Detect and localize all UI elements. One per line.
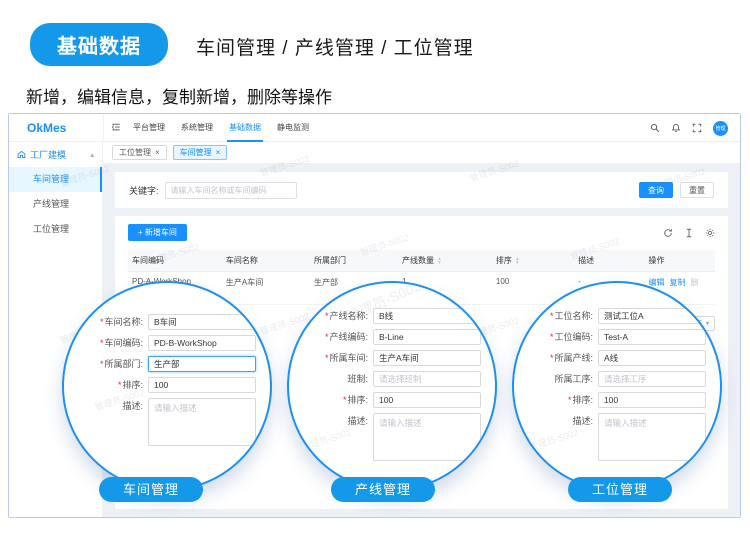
field-label: *车间编码: [84, 335, 148, 351]
field-label: *所属部门: [84, 356, 148, 372]
app-logo: OkMes [27, 121, 66, 135]
field-label: 描述: [309, 413, 373, 429]
nav-item-basic-data[interactable]: 基础数据 [229, 114, 261, 142]
column-header-sort: 排序 ▲▼ [492, 250, 574, 271]
reset-button[interactable]: 重置 [680, 182, 714, 198]
label-station-mgmt: 工位管理 [568, 477, 672, 502]
search-icon[interactable] [650, 123, 660, 133]
station-name-input[interactable] [598, 308, 706, 324]
plus-icon: + [138, 228, 143, 237]
field-label: 描述: [84, 398, 148, 414]
copy-link[interactable]: 复制 [670, 278, 686, 287]
nav-item-platform[interactable]: 平台管理 [133, 114, 165, 142]
keyword-label: 关键字: [129, 184, 159, 197]
nav-item-system[interactable]: 系统管理 [181, 114, 213, 142]
add-workshop-button[interactable]: + 新增车间 [128, 224, 187, 241]
divider [103, 114, 104, 142]
sort-order-input[interactable] [148, 377, 256, 393]
line-code-input[interactable] [373, 329, 481, 345]
tab-bar: 工位管理 × 车间管理 × [103, 142, 740, 164]
menu-fold-icon[interactable] [111, 122, 121, 132]
department-input[interactable] [148, 356, 256, 372]
process-select[interactable] [598, 371, 706, 387]
field-label: 班制: [309, 371, 373, 387]
collapse-caret-icon[interactable]: ▴ [90, 151, 94, 159]
bell-icon[interactable] [671, 123, 681, 133]
column-header-name: 车间名称 [222, 250, 310, 271]
description-textarea[interactable] [598, 413, 706, 461]
tab-label: 车间管理 [180, 147, 212, 158]
page-subtitle: 新增，编辑信息，复制新增，删除等操作 [26, 83, 332, 108]
field-label: *工位名称: [534, 308, 598, 324]
search-panel: 关键字: 查询 重置 [115, 172, 728, 208]
station-code-input[interactable] [598, 329, 706, 345]
sort-order-input[interactable] [373, 392, 481, 408]
field-label: *所属车间: [309, 350, 373, 366]
table-header: 车间编码 车间名称 所属部门 产线数量 ▲▼ 排序 ▲▼ 描述 操作 [128, 250, 715, 272]
top-navigation: 平台管理 系统管理 基础数据 静电监测 [133, 114, 309, 142]
density-icon[interactable] [684, 228, 694, 238]
field-label: *排序: [309, 392, 373, 408]
magnifier-station-form: 管理员-S002 *工位名称: *工位编码: *所属产线: 所属工序: *排序:… [512, 281, 722, 491]
parent-workshop-input[interactable] [373, 350, 481, 366]
add-workshop-label: 新增车间 [145, 228, 177, 237]
magnifier-workshop-form: 管理员-S002 *车间名称: *车间编码: *所属部门: *排序: 描述: [62, 281, 272, 491]
sort-order-input[interactable] [598, 392, 706, 408]
fullscreen-icon[interactable] [692, 123, 702, 133]
label-line-mgmt: 产线管理 [331, 477, 435, 502]
refresh-icon[interactable] [663, 228, 673, 238]
sidebar-item-workshop-mgmt[interactable]: 车间管理 [9, 167, 102, 192]
keyword-input[interactable] [165, 182, 297, 199]
field-label: 描述: [534, 413, 598, 429]
sort-icon[interactable]: ▲▼ [515, 257, 520, 265]
field-label: *工位编码: [534, 329, 598, 345]
sidebar-item-line-mgmt[interactable]: 产线管理 [9, 192, 102, 217]
column-header-line-count: 产线数量 ▲▼ [398, 250, 492, 271]
sort-icon[interactable]: ▲▼ [437, 257, 442, 265]
field-label: *产线编码: [309, 329, 373, 345]
avatar[interactable]: 管理 [713, 121, 728, 136]
sidebar-group-label: 工厂建模 [30, 148, 66, 161]
factory-icon [17, 150, 26, 159]
topbar-actions: 管理 [650, 114, 728, 142]
search-button[interactable]: 查询 [639, 182, 673, 198]
workshop-name-input[interactable] [148, 314, 256, 330]
tab-station-mgmt[interactable]: 工位管理 × [112, 145, 167, 160]
page-title: 车间管理 / 产线管理 / 工位管理 [196, 33, 474, 60]
field-label: *产线名称: [309, 308, 373, 324]
tab-label: 工位管理 [119, 147, 151, 158]
cell-name: 生产A车间 [222, 272, 310, 304]
column-header-desc: 描述 [574, 250, 644, 271]
field-label: *排序: [534, 392, 598, 408]
label-workshop-mgmt: 车间管理 [99, 477, 203, 502]
field-label: *排序: [84, 377, 148, 393]
column-header-dept: 所属部门 [310, 250, 398, 271]
workshop-code-input[interactable] [148, 335, 256, 351]
column-header-actions: 操作 [645, 250, 715, 271]
field-label: *所属产线: [534, 350, 598, 366]
settings-icon[interactable] [705, 228, 715, 238]
nav-item-esd-monitor[interactable]: 静电监测 [277, 114, 309, 142]
close-icon[interactable]: × [155, 148, 160, 157]
sidebar-group-factory-modeling[interactable]: 工厂建模 ▴ [9, 142, 102, 167]
topbar: OkMes 平台管理 系统管理 基础数据 静电监测 [9, 114, 740, 142]
field-label: *车间名称: [84, 314, 148, 330]
magnifier-line-form: 管理员-S002 管理员-S002 *产线名称: *产线编码: *所属车间: 班… [287, 281, 497, 491]
tab-workshop-mgmt[interactable]: 车间管理 × [173, 145, 228, 160]
close-icon[interactable]: × [216, 148, 221, 157]
shift-select[interactable] [373, 371, 481, 387]
parent-line-input[interactable] [598, 350, 706, 366]
field-label: 所属工序: [534, 371, 598, 387]
description-textarea[interactable] [148, 398, 256, 446]
page: 基础数据 车间管理 / 产线管理 / 工位管理 新增，编辑信息，复制新增，删除等… [0, 0, 750, 560]
column-header-code: 车间编码 [128, 250, 222, 271]
sidebar-item-station-mgmt[interactable]: 工位管理 [9, 217, 102, 242]
section-badge: 基础数据 [30, 23, 168, 66]
table-toolbar: + 新增车间 [128, 224, 715, 241]
description-textarea[interactable] [373, 413, 481, 461]
line-name-input[interactable] [373, 308, 481, 324]
